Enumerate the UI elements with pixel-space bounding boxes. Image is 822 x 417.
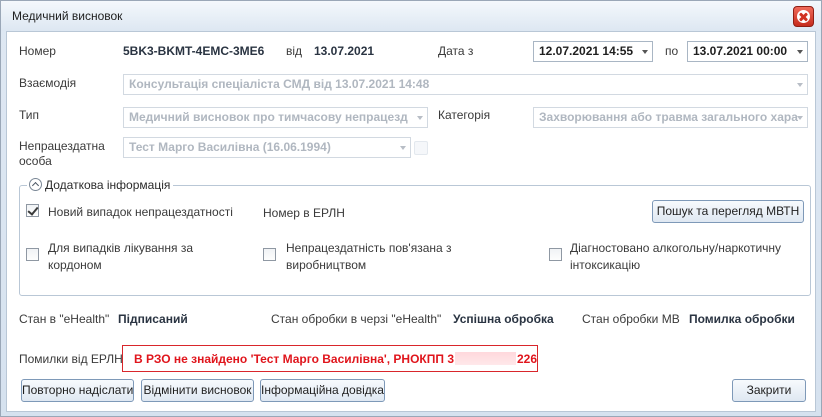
error-message-box: В РЗО не знайдено 'Тест Марго Василівна'…: [122, 345, 538, 372]
mv-status-value: Помилка обробки: [689, 312, 795, 326]
error-message: В РЗО не знайдено 'Тест Марго Василівна'…: [134, 352, 537, 366]
additional-info-header[interactable]: Додаткова інформація: [27, 177, 174, 193]
interaction-label: Взаємодія: [19, 76, 77, 90]
work-related-checkbox[interactable]: [263, 248, 276, 261]
new-case-checkbox[interactable]: [26, 204, 39, 217]
abroad-label-line2: кордоном: [48, 258, 102, 272]
type-value: Медичний висновок про тимчасову непрацез…: [129, 110, 408, 124]
additional-info-title: Додаткова інформація: [45, 178, 171, 192]
alcohol-label-line2: інтоксикацію: [570, 258, 641, 272]
date-from-picker[interactable]: 12.07.2021 14:55: [533, 41, 653, 62]
new-case-label: Новий випадок непрацездатності: [48, 205, 233, 219]
queue-status-value: Успішна обробка: [453, 312, 554, 326]
errors-label: Помилки від ЕРЛН: [19, 352, 123, 366]
category-label: Категорія: [438, 108, 491, 122]
error-message-prefix: В РЗО не знайдено 'Тест Марго Василівна'…: [134, 352, 454, 366]
date-from-value: 12.07.2021 14:55: [539, 44, 634, 58]
number-label: Номер: [19, 44, 56, 58]
person-value: Тест Марго Василівна (16.06.1994): [129, 140, 331, 154]
queue-status-label: Стан обробки в черзі "eHealth": [271, 312, 442, 326]
redacted-region: [455, 352, 516, 365]
ehealth-status-value: Підписаний: [118, 312, 188, 326]
alcohol-checkbox[interactable]: [549, 248, 562, 261]
type-select[interactable]: Медичний висновок про тимчасову непрацез…: [123, 107, 428, 128]
close-button[interactable]: Закрити: [732, 379, 806, 402]
close-icon: [797, 10, 810, 23]
person-picker-button[interactable]: [414, 141, 428, 155]
chevron-down-icon: [797, 83, 803, 87]
erln-number-label: Номер в ЕРЛН: [263, 206, 345, 220]
number-value: 5BK3-BKMT-4EMC-3ME6: [123, 44, 265, 58]
collapse-icon[interactable]: [29, 178, 42, 191]
interaction-value: Консультація спеціаліста СМД від 13.07.2…: [129, 77, 430, 91]
work-related-label-line1: Непрацездатність пов'язана з: [286, 241, 452, 255]
date-to-value: 13.07.2021 00:00: [693, 44, 788, 58]
chevron-down-icon: [642, 50, 648, 54]
info-certificate-button[interactable]: Інформаційна довідка: [260, 379, 385, 402]
person-select[interactable]: Тест Марго Василівна (16.06.1994): [123, 137, 411, 158]
interaction-select[interactable]: Консультація спеціаліста СМД від 13.07.2…: [123, 74, 808, 95]
cancel-conclusion-button[interactable]: Відмінити висновок: [141, 379, 254, 402]
chevron-down-icon: [797, 116, 803, 120]
date-to-picker[interactable]: 13.07.2021 00:00: [687, 41, 808, 62]
search-mvtn-button[interactable]: Пошук та перегляд МВТН: [652, 200, 804, 223]
error-message-suffix: 226: [517, 352, 538, 366]
dialog-body: Номер 5BK3-BKMT-4EMC-3ME6 від 13.07.2021…: [6, 31, 816, 412]
mv-status-label: Стан обробки МВ: [582, 312, 680, 326]
category-select[interactable]: Захворювання або травма загального хара: [533, 107, 808, 128]
from-date: 13.07.2021: [314, 44, 375, 58]
abroad-label-line1: Для випадків лікування за: [48, 241, 194, 255]
close-window-button[interactable]: [793, 6, 814, 27]
chevron-down-icon: [417, 116, 423, 120]
resend-button[interactable]: Повторно надіслати: [21, 379, 134, 402]
chevron-down-icon: [400, 146, 406, 150]
chevron-down-icon: [797, 50, 803, 54]
person-label-line1: Непрацездатна: [19, 139, 105, 153]
type-label: Тип: [19, 108, 40, 122]
abroad-checkbox[interactable]: [26, 248, 39, 261]
alcohol-label-line1: Діагностовано алкогольну/наркотичну: [570, 241, 782, 255]
title-bar[interactable]: Медичний висновок: [1, 1, 821, 31]
date-from-label: Дата з: [438, 44, 474, 58]
date-to-label: по: [665, 44, 679, 58]
window-title: Медичний висновок: [12, 9, 123, 23]
category-value: Захворювання або травма загального хара: [539, 110, 798, 124]
from-label: від: [286, 44, 303, 58]
person-label-line2: особа: [19, 154, 52, 168]
work-related-label-line2: виробництвом: [286, 258, 367, 272]
medical-conclusion-window: Медичний висновок Номер 5BK3-BKMT-4EMC-3…: [0, 0, 822, 417]
ehealth-status-label: Стан в "eHealth": [19, 312, 110, 326]
